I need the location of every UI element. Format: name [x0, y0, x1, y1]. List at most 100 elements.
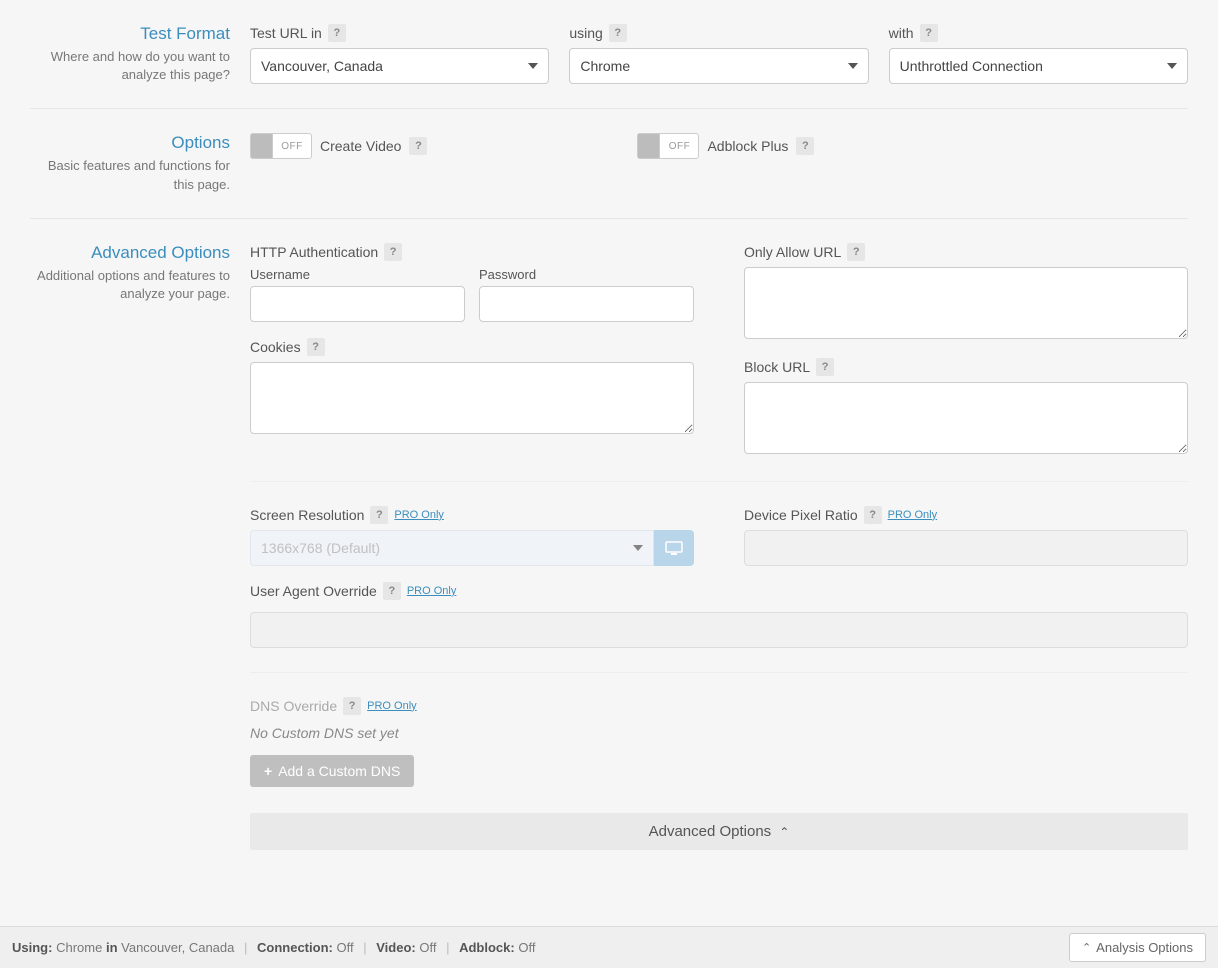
footer-video-label: Video: [376, 940, 416, 955]
help-icon[interactable]: ? [370, 506, 388, 524]
pro-only-link[interactable]: PRO Only [888, 509, 938, 521]
create-video-state: OFF [273, 141, 311, 152]
advanced-description: Additional options and features to analy… [30, 267, 230, 303]
options-description: Basic features and functions for this pa… [30, 157, 230, 193]
chevron-up-icon: ⌃ [1082, 941, 1091, 954]
username-input[interactable] [250, 286, 465, 322]
adblock-option: OFF Adblock Plus ? [637, 133, 814, 159]
user-agent-input [250, 612, 1188, 648]
analysis-options-button[interactable]: ⌃ Analysis Options [1069, 933, 1206, 962]
with-label-text: with [889, 25, 914, 41]
footer-status-bar: Using: Chrome in Vancouver, Canada | Con… [0, 926, 1218, 968]
separator: | [244, 940, 247, 955]
section-test-format: Test Format Where and how do you want to… [30, 0, 1188, 109]
help-icon[interactable]: ? [384, 243, 402, 261]
user-agent-label: User Agent Override ? PRO Only [250, 582, 694, 600]
test-url-in-label-text: Test URL in [250, 25, 322, 41]
advanced-options-collapse[interactable]: Advanced Options ⌃ [250, 813, 1188, 850]
help-icon[interactable]: ? [328, 24, 346, 42]
dns-override-label-text: DNS Override [250, 698, 337, 714]
screen-resolution-select: 1366x768 (Default) [250, 530, 654, 566]
footer-video-value: Off [419, 940, 436, 955]
device-pixel-ratio-label-text: Device Pixel Ratio [744, 507, 858, 523]
section-options: Options Basic features and functions for… [30, 109, 1188, 218]
dns-empty-message: No Custom DNS set yet [250, 725, 1188, 741]
adblock-state: OFF [660, 141, 698, 152]
analysis-options-label: Analysis Options [1096, 940, 1193, 955]
block-url-textarea[interactable] [744, 382, 1188, 454]
cookies-label: Cookies ? [250, 338, 694, 356]
screen-resolution-label-text: Screen Resolution [250, 507, 364, 523]
browser-select[interactable]: Chrome [569, 48, 868, 84]
options-title: Options [30, 133, 230, 153]
chevron-up-icon: ⌃ [779, 825, 789, 839]
toggle-knob [251, 134, 273, 158]
toggle-knob [638, 134, 660, 158]
username-label: Username [250, 267, 465, 282]
http-auth-label: HTTP Authentication ? [250, 243, 694, 261]
create-video-toggle[interactable]: OFF [250, 133, 312, 159]
footer-adblock-value: Off [518, 940, 535, 955]
create-video-option: OFF Create Video ? [250, 133, 427, 159]
help-icon[interactable]: ? [816, 358, 834, 376]
advanced-title: Advanced Options [30, 243, 230, 263]
help-icon[interactable]: ? [307, 338, 325, 356]
section-label-options: Options Basic features and functions for… [30, 133, 250, 193]
plus-icon: + [264, 763, 272, 779]
user-agent-label-text: User Agent Override [250, 583, 377, 599]
adblock-toggle[interactable]: OFF [637, 133, 699, 159]
pro-only-link[interactable]: PRO Only [394, 509, 444, 521]
help-icon[interactable]: ? [847, 243, 865, 261]
footer-using-label: Using: [12, 940, 52, 955]
help-icon[interactable]: ? [796, 137, 814, 155]
footer-in-label: in [106, 940, 118, 955]
location-select[interactable]: Vancouver, Canada [250, 48, 549, 84]
footer-browser: Chrome [56, 940, 102, 955]
footer-location: Vancouver, Canada [121, 940, 234, 955]
only-allow-url-label: Only Allow URL ? [744, 243, 1188, 261]
cookies-textarea[interactable] [250, 362, 694, 434]
section-label-advanced: Advanced Options Additional options and … [30, 243, 250, 850]
footer-adblock-label: Adblock: [459, 940, 515, 955]
only-allow-url-label-text: Only Allow URL [744, 244, 841, 260]
only-allow-url-textarea[interactable] [744, 267, 1188, 339]
pro-only-link[interactable]: PRO Only [407, 585, 457, 597]
password-label: Password [479, 267, 694, 282]
device-pixel-ratio-label: Device Pixel Ratio ? PRO Only [744, 506, 1188, 524]
footer-summary: Using: Chrome in Vancouver, Canada | Con… [12, 940, 535, 955]
cookies-label-text: Cookies [250, 339, 301, 355]
footer-connection-label: Connection: [257, 940, 333, 955]
http-auth-label-text: HTTP Authentication [250, 244, 378, 260]
connection-select[interactable]: Unthrottled Connection [889, 48, 1188, 84]
block-url-label: Block URL ? [744, 358, 1188, 376]
separator: | [363, 940, 366, 955]
block-url-label-text: Block URL [744, 359, 810, 375]
using-label: using ? [569, 24, 868, 42]
test-url-in-label: Test URL in ? [250, 24, 549, 42]
help-icon[interactable]: ? [383, 582, 401, 600]
test-format-description: Where and how do you want to analyze thi… [30, 48, 230, 84]
create-video-label: Create Video [320, 138, 401, 154]
separator: | [446, 940, 449, 955]
help-icon[interactable]: ? [920, 24, 938, 42]
test-format-title: Test Format [30, 24, 230, 44]
add-custom-dns-button: + Add a Custom DNS [250, 755, 414, 787]
help-icon[interactable]: ? [609, 24, 627, 42]
password-input[interactable] [479, 286, 694, 322]
screen-resolution-label: Screen Resolution ? PRO Only [250, 506, 694, 524]
pro-only-link[interactable]: PRO Only [367, 700, 417, 712]
monitor-icon [654, 530, 694, 566]
help-icon[interactable]: ? [343, 697, 361, 715]
divider [250, 672, 1188, 673]
add-custom-dns-label: Add a Custom DNS [278, 763, 400, 779]
collapse-label: Advanced Options [649, 823, 772, 840]
device-pixel-ratio-input [744, 530, 1188, 566]
section-label-test-format: Test Format Where and how do you want to… [30, 24, 250, 84]
help-icon[interactable]: ? [864, 506, 882, 524]
dns-override-label: DNS Override ? PRO Only [250, 697, 1188, 715]
section-advanced-options: Advanced Options Additional options and … [30, 219, 1188, 860]
footer-connection-value: Off [336, 940, 353, 955]
using-label-text: using [569, 25, 602, 41]
help-icon[interactable]: ? [409, 137, 427, 155]
adblock-label: Adblock Plus [707, 138, 788, 154]
